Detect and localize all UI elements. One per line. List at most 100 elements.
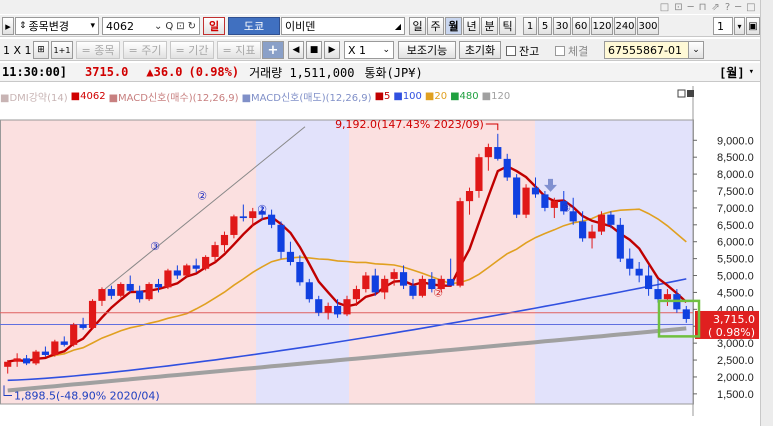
signal-marker: ② (197, 189, 207, 202)
balance-toggle[interactable]: 잔고 (506, 43, 539, 59)
aux-functions-button[interactable]: 보조기능 (398, 41, 456, 59)
grid-icon[interactable]: ⊞ (33, 41, 49, 59)
stock-code-input[interactable]: 4062 ⌄ Q ⊡ ↻ (102, 17, 200, 35)
period-button-5[interactable]: 틱 (499, 17, 516, 35)
search-type-label: 종목변경 (28, 20, 70, 33)
period-tag: [월] (719, 65, 745, 80)
signal-marker: ③ (150, 240, 160, 253)
window-icon-5[interactable]: ? (725, 2, 730, 13)
sync-button-3[interactable]: = 지표 (217, 41, 261, 59)
exchange-badge[interactable]: 도쿄 (228, 17, 280, 35)
window-icon-2[interactable]: ─ (688, 2, 694, 13)
quote-price: 3715.0 (85, 65, 129, 79)
window-icon-7[interactable]: □ (746, 2, 755, 13)
search-icon[interactable]: Q (165, 21, 173, 32)
multiplier-select[interactable]: X 1 ⌄ (344, 41, 394, 59)
interval-button-300[interactable]: 300 (637, 17, 659, 35)
y-tick-label: 8,000.0 (717, 169, 754, 181)
candle-body (315, 299, 323, 313)
candle-body (296, 262, 304, 283)
period-button-0[interactable]: 일 (409, 17, 426, 35)
candle-body (107, 289, 115, 296)
price-chart[interactable]: 9,000.0 8,500.0 8,000.0 7,500.0 7,000.0 6,500… (0, 86, 760, 416)
y-tick-label: 4,500.0 (717, 287, 754, 299)
sync-button-0[interactable]: = 종목 (76, 41, 120, 59)
candle-body (362, 275, 370, 290)
scroll-right-icon[interactable]: ▶ (324, 41, 340, 59)
period-button-1[interactable]: 주 (427, 17, 444, 35)
period-button-4[interactable]: 분 (481, 17, 498, 35)
daily-tag-button[interactable]: 일 (203, 17, 225, 35)
current-price-label: 3,715.0 (713, 313, 755, 326)
candle-body (239, 216, 247, 219)
execution-label: 체결 (568, 45, 589, 58)
add-indicator-icon[interactable]: + (262, 41, 284, 59)
balance-label: 잔고 (519, 45, 540, 58)
save-icon[interactable]: ▣ (746, 17, 760, 35)
balance-checkbox[interactable] (506, 46, 516, 56)
stock-name-value: 이비덴 (285, 20, 316, 33)
candle-body (409, 285, 417, 296)
count-select[interactable]: 1 (713, 17, 733, 35)
stop-icon[interactable]: ■ (306, 41, 322, 59)
side-panel-strip[interactable] (760, 0, 773, 426)
legend-item-4: ■5 (374, 90, 391, 102)
menu-arrow-icon[interactable]: ▸ (2, 17, 14, 35)
window-icon-4[interactable]: ⇗ (711, 2, 719, 13)
candle-body (418, 278, 426, 296)
interval-button-5[interactable]: 5 (538, 17, 552, 35)
dropdown-icon[interactable]: ▾ (749, 67, 754, 77)
window-icon-6[interactable]: ─ (735, 2, 741, 13)
chevron-down-icon[interactable]: ⌄ (688, 41, 704, 59)
period-button-3[interactable]: 년 (463, 17, 480, 35)
chevron-down-icon[interactable]: ▾ (734, 17, 745, 35)
candle-body (484, 147, 492, 158)
grid-layout-button[interactable]: 1+1 (51, 41, 73, 59)
window-icon-1[interactable]: ⊡ (674, 2, 682, 13)
candle-body (626, 258, 634, 269)
candle-body (343, 299, 351, 315)
stock-name-field[interactable]: 이비덴 ◢ (281, 17, 405, 35)
period-button-2[interactable]: 월 (445, 17, 462, 35)
signal-marker: ② (433, 286, 443, 299)
indicator-legend: ■DMI강약(14) ■4062 ■MACD신호(매수)(12,26,9) ■MACD… (0, 89, 510, 104)
candle-body (88, 300, 97, 328)
candle-body (607, 214, 615, 225)
window-icon-0[interactable]: □ (660, 2, 669, 13)
chevron-down-icon: ▾ (90, 21, 95, 31)
candle-body (663, 294, 672, 300)
interval-button-60[interactable]: 60 (572, 17, 590, 35)
interval-button-120[interactable]: 120 (591, 17, 613, 35)
chart-toolbar: 1 X 1 ⊞ 1+1 = 종목 = 주기 = 기간 = 지표 + ◀ ■ ▶ X 1… (0, 39, 760, 61)
candle-body (230, 216, 238, 235)
account-value: 67555867-01 (608, 43, 682, 57)
sync-button-1[interactable]: = 주기 (123, 41, 167, 59)
candle-body (202, 256, 210, 269)
stock-code-value: 4062 (106, 19, 134, 33)
candle-body (183, 265, 191, 276)
signal-zone-3 (535, 120, 693, 404)
count-value: 1 (717, 19, 724, 33)
scroll-left-icon[interactable]: ◀ (288, 41, 304, 59)
execution-checkbox[interactable] (555, 46, 565, 56)
y-tick-label: 5,000.0 (717, 271, 754, 283)
quote-info-bar: 11:30:00] 3715.0 ▲36.0 (0.98%) 거래량 1,511… (0, 63, 760, 82)
execution-toggle[interactable]: 체결 (555, 43, 588, 59)
search-type-select[interactable]: ⇕ 종목변경 ▾ (15, 17, 99, 35)
window-controls[interactable]: □⊡─⊓⇗?─□× (660, 0, 769, 14)
y-tick-label: 6,000.0 (717, 237, 754, 249)
candle-body (503, 158, 511, 178)
sync-button-2[interactable]: = 기간 (170, 41, 214, 59)
interval-button-1[interactable]: 1 (523, 17, 537, 35)
reset-button[interactable]: 초기화 (459, 41, 501, 59)
lock-icon[interactable]: ⊡ (176, 21, 184, 32)
candle-body (51, 341, 59, 355)
interval-button-30[interactable]: 30 (553, 17, 571, 35)
candle-body (305, 282, 313, 300)
interval-button-240[interactable]: 240 (614, 17, 636, 35)
window-icon-3[interactable]: ⊓ (699, 2, 707, 13)
refresh-icon[interactable]: ↻ (188, 21, 196, 32)
chevron-down-icon[interactable]: ⌄ (154, 21, 162, 32)
window-titlebar: □⊡─⊓⇗?─□× (0, 0, 773, 14)
y-tick-label: 8,500.0 (717, 152, 754, 164)
